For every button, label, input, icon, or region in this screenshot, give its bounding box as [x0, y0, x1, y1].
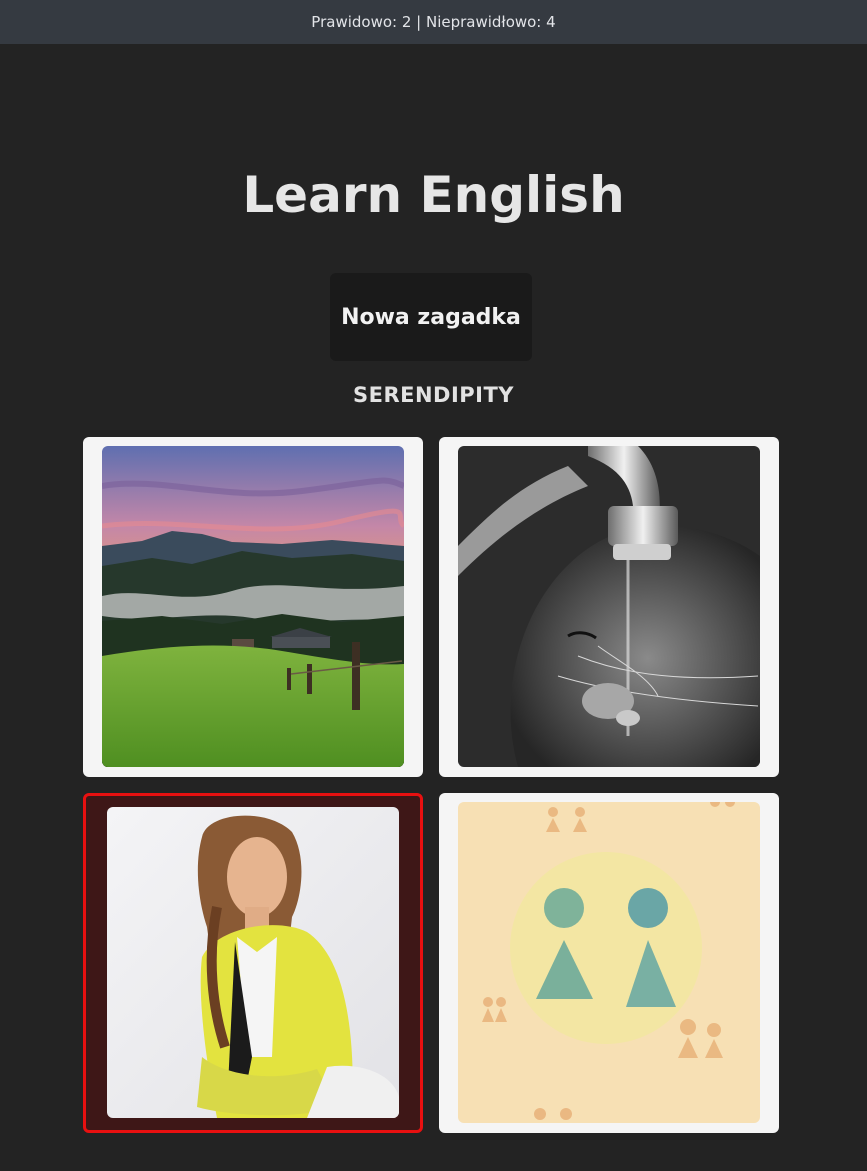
answer-card-cat[interactable]	[439, 437, 779, 777]
woman-image	[107, 807, 399, 1118]
landscape-image	[102, 446, 404, 767]
puzzle-word: SERENDIPITY	[352, 383, 515, 407]
cat-image	[458, 446, 760, 767]
score-bar: Prawidowo: 2 | Nieprawidłowo: 4	[0, 0, 867, 44]
new-puzzle-button[interactable]: Nowa zagadka	[330, 273, 532, 361]
answer-card-landscape[interactable]	[83, 437, 423, 777]
page-title: Learn English	[242, 166, 625, 224]
watercolor-image	[458, 802, 760, 1123]
answer-card-woman[interactable]	[83, 793, 423, 1133]
answer-card-watercolor[interactable]	[439, 793, 779, 1133]
score-text: Prawidowo: 2 | Nieprawidłowo: 4	[311, 13, 556, 31]
